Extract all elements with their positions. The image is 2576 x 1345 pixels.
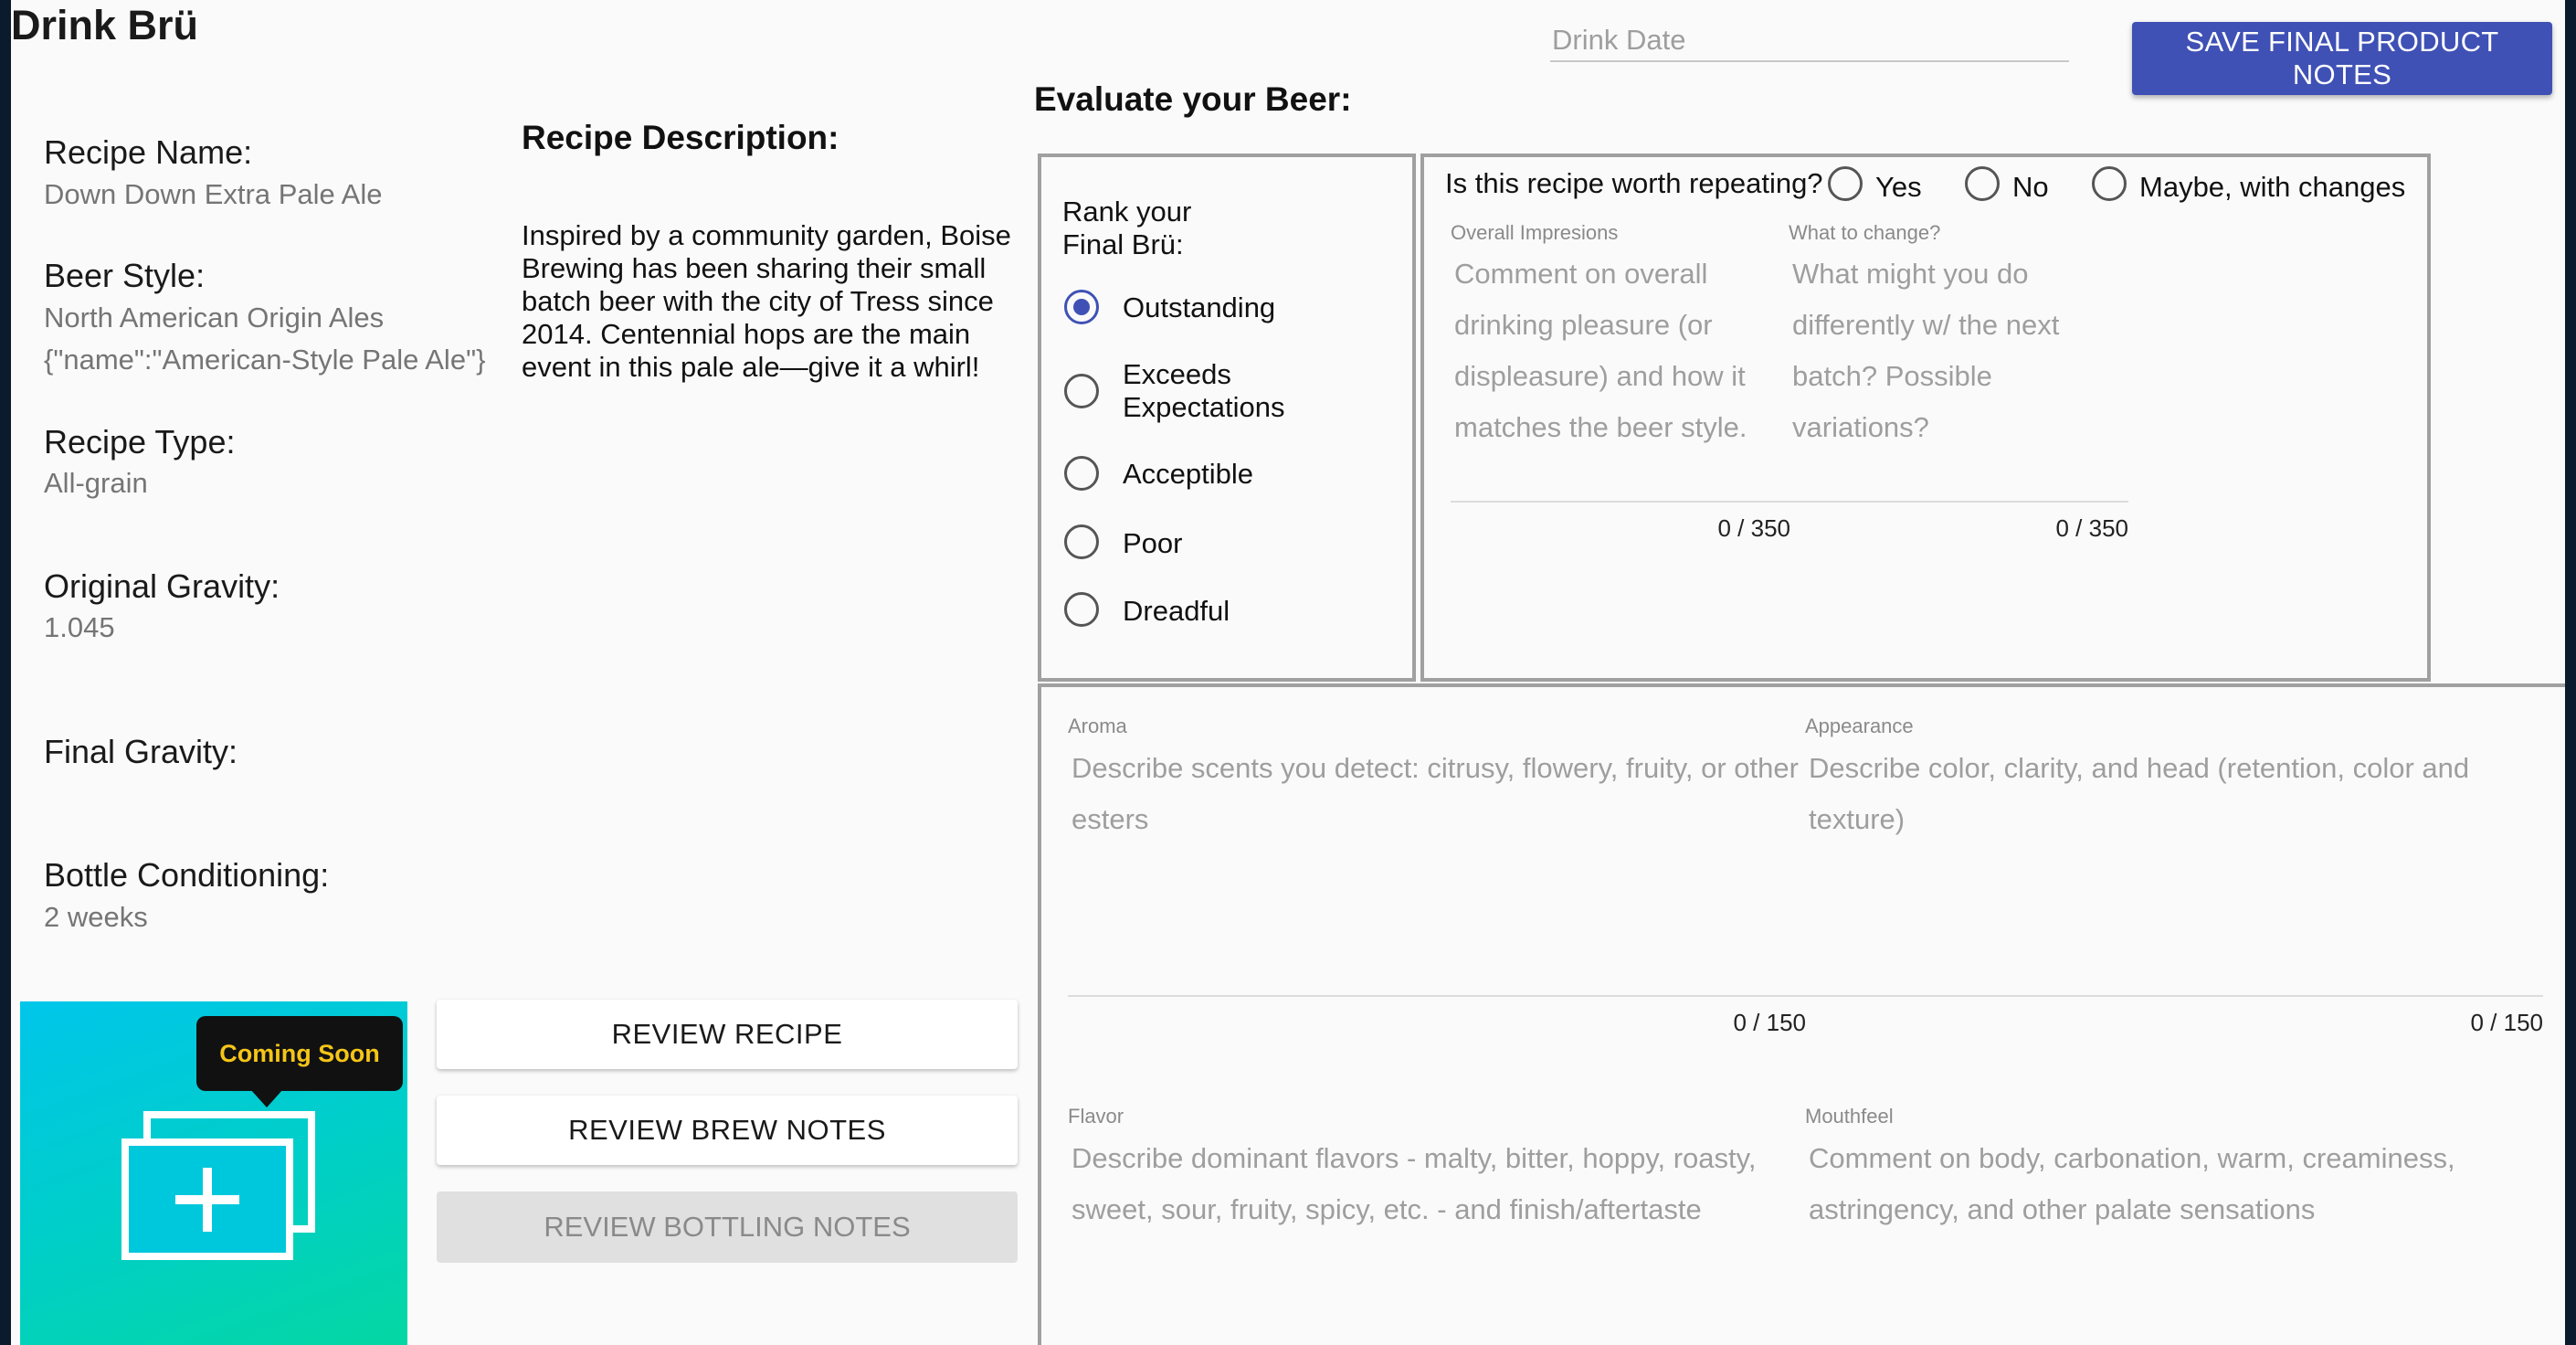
review-bottling-notes-button: REVIEW BOTTLING NOTES bbox=[437, 1191, 1018, 1263]
overall-impressions-counter: 0 / 350 bbox=[1717, 514, 1790, 542]
appearance-field[interactable] bbox=[1805, 743, 2543, 997]
aroma-field[interactable] bbox=[1068, 743, 1806, 997]
rank-radio-outstanding[interactable] bbox=[1064, 290, 1099, 324]
page: Drink Brü Recipe Name: Down Down Extra P… bbox=[11, 0, 2565, 1345]
save-final-product-notes-button[interactable]: SAVE FINAL PRODUCT NOTES bbox=[2132, 22, 2552, 95]
overall-impressions-label: Overall Impresions bbox=[1451, 221, 1619, 244]
rank-option-label: Outstanding bbox=[1123, 291, 1276, 323]
rank-option-label: Dreadful bbox=[1123, 595, 1230, 627]
beer-style-json: {"name":"American-Style Pale Ale"} bbox=[44, 344, 486, 376]
review-recipe-button[interactable]: REVIEW RECIPE bbox=[437, 1000, 1018, 1069]
beer-style-value: North American Origin Ales bbox=[44, 302, 385, 334]
overall-impressions-field[interactable] bbox=[1451, 249, 1790, 503]
repeat-radio-maybe[interactable] bbox=[2092, 166, 2127, 201]
original-gravity-value: 1.045 bbox=[44, 611, 115, 643]
bottle-conditioning-value: 2 weeks bbox=[44, 901, 148, 933]
recipe-name-label: Recipe Name: bbox=[44, 133, 253, 171]
evaluate-title: Evaluate your Beer: bbox=[1034, 80, 1352, 118]
mouthfeel-label: Mouthfeel bbox=[1805, 1105, 1894, 1128]
flavor-field[interactable] bbox=[1068, 1133, 1806, 1334]
what-to-change-counter: 0 / 350 bbox=[2055, 514, 2128, 542]
beer-style-label: Beer Style: bbox=[44, 257, 206, 294]
repeat-radio-yes[interactable] bbox=[1828, 166, 1863, 201]
mouthfeel-field[interactable] bbox=[1805, 1133, 2543, 1334]
appearance-label: Appearance bbox=[1805, 715, 1914, 737]
rank-radio-acceptible[interactable] bbox=[1064, 456, 1099, 491]
recipe-description-text: Inspired by a community garden, Boise Br… bbox=[522, 219, 1011, 383]
add-photo-icon[interactable] bbox=[116, 1106, 326, 1266]
rank-title: Rank your Final Brü: bbox=[1062, 196, 1192, 260]
appearance-counter: 0 / 150 bbox=[2470, 1009, 2543, 1036]
rank-radio-poor[interactable] bbox=[1064, 524, 1099, 559]
badge-pointer bbox=[250, 1089, 283, 1107]
recipe-description-label: Recipe Description: bbox=[522, 119, 839, 156]
coming-soon-badge: Coming Soon bbox=[196, 1016, 403, 1091]
original-gravity-label: Original Gravity: bbox=[44, 567, 280, 605]
recipe-type-label: Recipe Type: bbox=[44, 423, 236, 461]
app-title: Drink Brü bbox=[11, 2, 199, 48]
drink-date-input[interactable] bbox=[1550, 20, 2069, 62]
review-brew-notes-button[interactable]: REVIEW BREW NOTES bbox=[437, 1096, 1018, 1165]
rank-option-label: Exceeds Expectations bbox=[1123, 358, 1285, 423]
repeat-option-label: No bbox=[2012, 171, 2049, 203]
repeat-question: Is this recipe worth repeating? bbox=[1445, 167, 1823, 199]
what-to-change-field[interactable] bbox=[1789, 249, 2128, 503]
rank-radio-exceeds[interactable] bbox=[1064, 374, 1099, 408]
what-to-change-label: What to change? bbox=[1789, 221, 1941, 244]
rank-option-label: Acceptible bbox=[1123, 458, 1254, 490]
bottle-conditioning-label: Bottle Conditioning: bbox=[44, 856, 330, 894]
recipe-type-value: All-grain bbox=[44, 467, 148, 499]
aroma-label: Aroma bbox=[1068, 715, 1127, 737]
aroma-counter: 0 / 150 bbox=[1733, 1009, 1806, 1036]
rank-option-label: Poor bbox=[1123, 527, 1183, 559]
repeat-option-label: Maybe, with changes bbox=[2139, 171, 2406, 203]
rank-radio-dreadful[interactable] bbox=[1064, 592, 1099, 627]
flavor-label: Flavor bbox=[1068, 1105, 1124, 1128]
recipe-name-value: Down Down Extra Pale Ale bbox=[44, 178, 383, 210]
final-gravity-label: Final Gravity: bbox=[44, 733, 238, 770]
repeat-option-label: Yes bbox=[1875, 171, 1922, 203]
repeat-radio-no[interactable] bbox=[1965, 166, 2000, 201]
